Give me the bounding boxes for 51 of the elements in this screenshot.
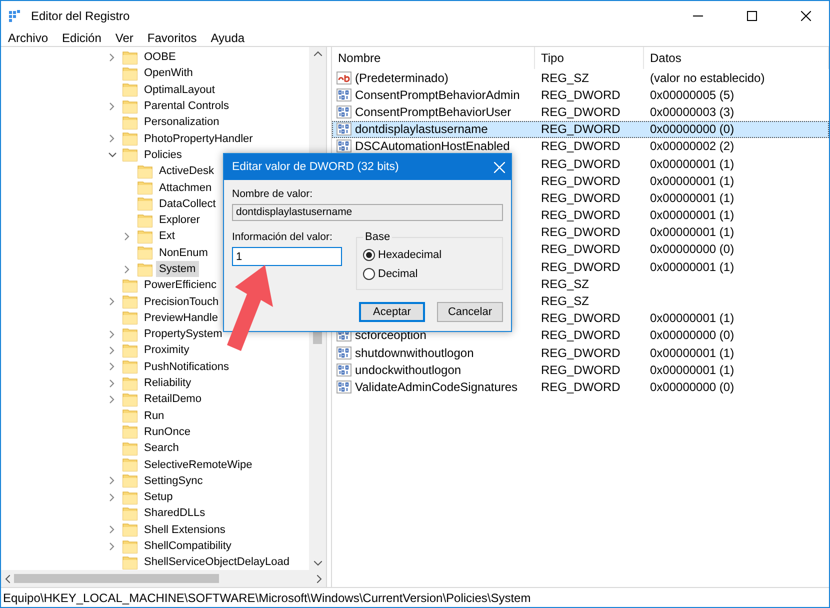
value-data: 0x00000001 (1) [649,156,736,171]
value-data: 0x00000001 (1) [649,260,736,274]
status-bar-path: Equipo\HKEY_LOCAL_MACHINE\SOFTWARE\Microsoft\Windows\CurrentVersion\Policies\System [3,590,531,604]
value-type: REG_DWORD [540,122,622,136]
value-name: (Predeterminado) [355,70,448,85]
value-name: shutdownwithoutlogon [355,346,474,360]
value-type: REG_DWORD [540,208,622,222]
value-data: 0x00000000 (0) [649,242,736,256]
value-name: ConsentPromptBehaviorAdmin [355,88,520,102]
value-type: REG_DWORD [540,190,622,205]
value-type: REG_DWORD [540,328,622,342]
value-type: REG_DWORD [540,139,622,154]
value-type: REG_DWORD [540,104,622,119]
value-data: 0x00000001 (1) [649,311,736,326]
value-data: 0x00000001 (1) [649,190,736,205]
value-name: scforceoption [355,328,426,342]
field-label: Nombre de valor: [232,188,314,200]
value-data: 0x00000000 (0) [649,380,736,394]
value-data: 0x00000001 (1) [649,346,736,360]
value-name: DSCAutomationHostEnabled [355,139,510,154]
value-type: REG_DWORD [540,88,622,102]
value-type: REG_DWORD [540,380,622,394]
value-data: 0x00000001 (1) [649,174,736,188]
field-label: Información del valor: [232,231,334,243]
group-label: Base [364,231,392,243]
value-data: 0x00000002 (2) [649,139,736,154]
value-data: 0x00000000 (0) [649,122,736,136]
value-name: undockwithoutlogon [355,362,462,377]
value-type: REG_DWORD [540,156,622,171]
value-type: REG_SZ [540,70,590,85]
window-title: Editor del Registro [31,8,131,22]
value-type: REG_DWORD [540,225,622,240]
value-type: REG_DWORD [540,174,622,188]
value-type: REG_SZ [540,276,590,291]
value-name: ConsentPromptBehaviorUser [355,104,512,119]
value-data: 0x00000001 (1) [649,225,736,240]
value-type: REG_SZ [540,294,590,308]
value-name: dontdisplaylastusername [355,122,488,136]
value-type: REG_DWORD [540,242,622,256]
value-data: (valor no establecido) [649,70,766,85]
value-data: 0x00000000 (0) [649,328,736,342]
value-type: REG_DWORD [540,362,622,377]
value-type: REG_DWORD [540,311,622,326]
value-data: 0x00000005 (5) [649,88,736,102]
value-data: 0x00000003 (3) [649,104,736,119]
value-data: 0x00000001 (1) [649,362,736,377]
value-type: REG_DWORD [540,260,622,274]
dialog-title: Editar valor de DWORD (32 bits) [232,161,399,173]
value-name: ValidateAdminCodeSignatures [355,380,518,394]
value-data: 0x00000001 (1) [649,208,736,222]
value-type: REG_DWORD [540,346,622,360]
